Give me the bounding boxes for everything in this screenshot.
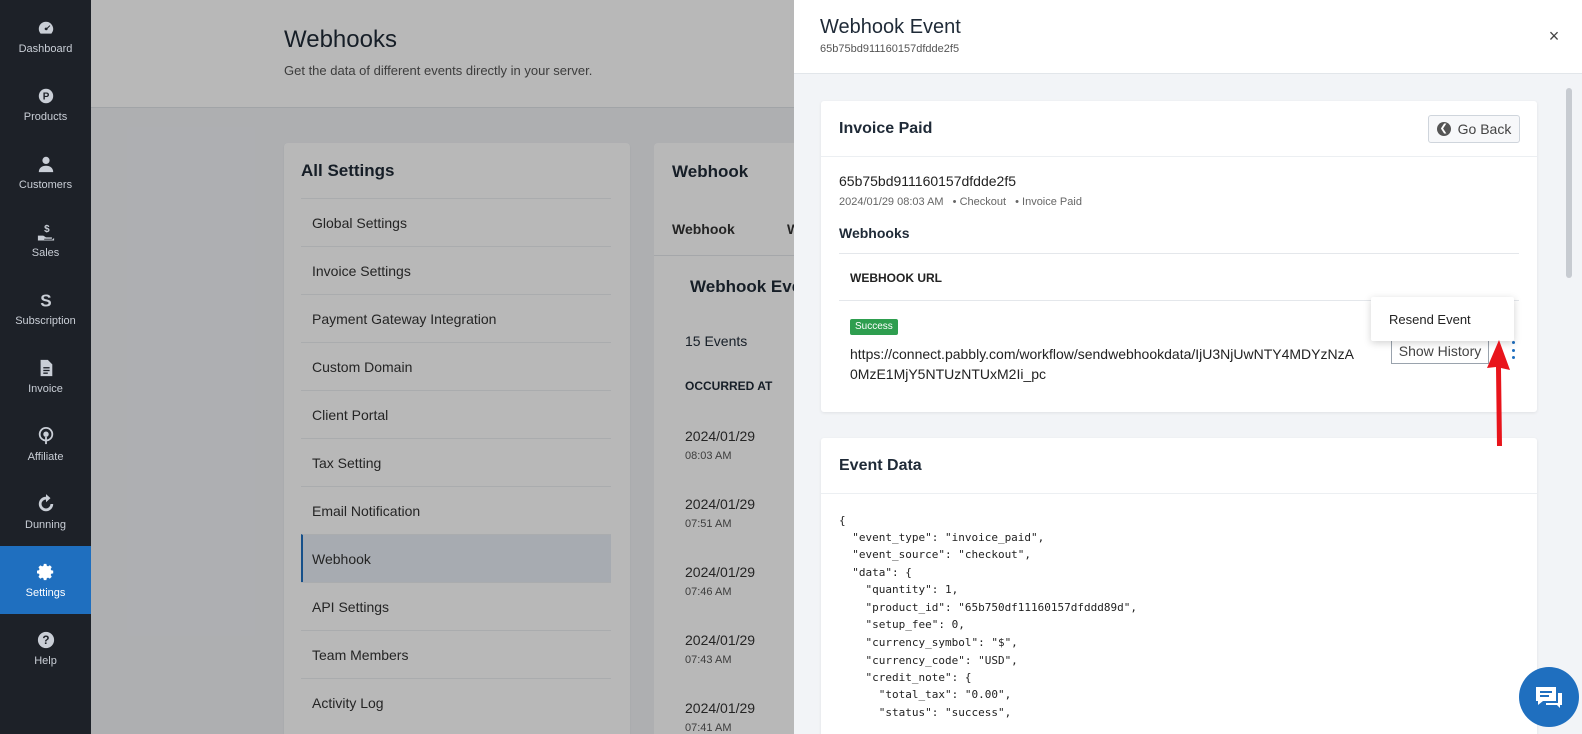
event-type: • Invoice Paid [1015,196,1082,208]
json-line: "total_tax": "0.00", [839,688,1012,701]
back-arrow-icon: ❮ [1436,122,1451,136]
go-back-button[interactable]: ❮ Go Back [1428,115,1520,143]
sidebar-item-label: Dunning [25,518,66,531]
sidebar-item-label: Customers [18,178,73,191]
webhook-url: https://connect.pabbly.com/workflow/send… [850,346,1354,382]
status-badge: Success [850,319,898,335]
modal-backdrop[interactable] [91,0,794,734]
chat-icon [1536,687,1562,708]
sidebar-item-label: Subscription [15,314,76,327]
drawer-scrollbar[interactable] [1566,88,1572,278]
sidebar-item-label: Help [34,654,57,667]
event-data-card: Event Data { "event_type": "invoice_paid… [821,438,1537,734]
svg-text:?: ? [42,634,49,647]
invoice-paid-card: Invoice Paid ❮ Go Back 65b75bd911160157d… [821,101,1537,412]
customers-icon [38,156,53,172]
event-timestamp: 2024/01/29 08:03 AM [839,196,944,208]
chat-widget-button[interactable] [1519,667,1579,727]
sidebar-item-label: Settings [25,586,66,599]
gear-icon [36,563,53,580]
event-meta: 2024/01/29 08:03 AM • Checkout • Invoice… [839,196,1088,208]
svg-text:P: P [42,91,49,102]
dunning-icon [38,493,53,511]
invoice-icon [40,359,52,376]
products-icon: P [38,88,53,103]
divider [821,493,1537,494]
sidebar-item-label: Products [23,110,68,123]
sidebar: Dashboard P Products Customers $ Sales S… [0,0,91,734]
json-line: "status": "success", [839,706,1012,719]
sidebar-item-subscription[interactable]: S Subscription [0,274,91,342]
sidebar-item-products[interactable]: P Products [0,70,91,138]
svg-text:$: $ [44,224,50,235]
sidebar-item-dunning[interactable]: Dunning [0,478,91,546]
webhooks-label: Webhooks [839,225,910,241]
event-id: 65b75bd911160157dfdde2f5 [839,173,1016,189]
sidebar-item-dashboard[interactable]: Dashboard [0,2,91,70]
sidebar-item-affiliate[interactable]: Affiliate [0,410,91,478]
drawer-title: Webhook Event [820,16,961,38]
affiliate-icon [38,426,53,444]
event-source: • Checkout [952,196,1007,208]
json-line: { [839,514,846,527]
drawer-header: Webhook Event 65b75bd911160157dfdde2f5 × [794,0,1582,74]
event-data-title: Event Data [839,457,922,474]
sidebar-item-label: Affiliate [27,450,64,463]
json-line: "event_type": "invoice_paid", [839,531,1045,544]
subscription-icon: S [40,291,51,310]
json-line: "credit_note": { [839,671,972,684]
json-line: "data": { [839,566,912,579]
json-line: "setup_fee": 0, [839,618,965,631]
dashboard-icon [38,21,53,34]
sidebar-item-settings[interactable]: Settings [0,546,91,614]
svg-text:S: S [40,291,51,310]
sidebar-item-label: Sales [31,246,60,259]
sidebar-item-invoice[interactable]: Invoice [0,342,91,410]
webhook-event-drawer: Webhook Event 65b75bd911160157dfdde2f5 ×… [794,0,1582,734]
json-line: "currency_code": "USD", [839,654,1018,667]
divider [821,156,1537,157]
help-icon: ? [37,631,54,648]
close-icon[interactable]: × [1544,26,1564,46]
json-line: "currency_symbol": "$", [839,636,1018,649]
annotation-arrow-icon [1487,340,1510,446]
sidebar-item-sales[interactable]: $ Sales [0,206,91,274]
drawer-event-id: 65b75bd911160157dfdde2f5 [820,43,960,55]
column-header-webhook-url: WEBHOOK URL [850,271,942,285]
sidebar-item-customers[interactable]: Customers [0,138,91,206]
sidebar-item-help[interactable]: ? Help [0,614,91,682]
go-back-label: Go Back [1457,121,1512,137]
show-history-button[interactable]: Show History [1391,338,1489,364]
sidebar-item-label: Dashboard [18,42,73,55]
sales-icon: $ [37,224,54,241]
card-title: Invoice Paid [839,120,933,137]
sidebar-item-label: Invoice [28,382,63,395]
json-line: "quantity": 1, [839,583,959,596]
json-line: "event_source": "checkout", [839,548,1032,561]
json-line: "product_id": "65b750df11160157dfddd89d"… [839,601,1138,614]
